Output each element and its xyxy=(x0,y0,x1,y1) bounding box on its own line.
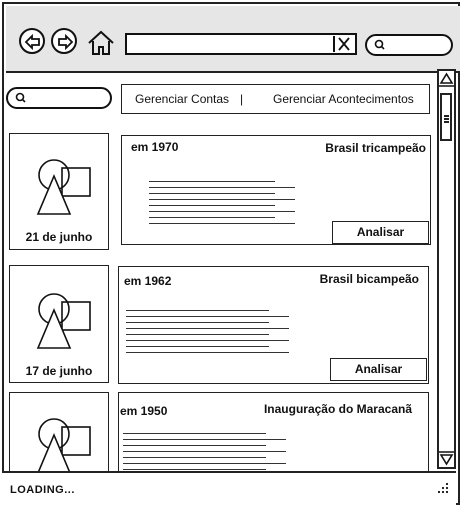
forward-button[interactable] xyxy=(51,28,77,54)
event-title: Brasil bicampeão xyxy=(319,272,419,286)
event-image xyxy=(9,392,109,482)
event-year: em 1962 xyxy=(124,274,172,288)
menu-separator: | xyxy=(240,92,244,106)
scroll-down-icon[interactable] xyxy=(439,451,454,467)
analisar-button[interactable]: Analisar xyxy=(330,358,427,381)
address-divider xyxy=(333,36,335,52)
home-icon[interactable] xyxy=(87,30,115,56)
image-placeholder-icon xyxy=(36,293,91,349)
back-button[interactable] xyxy=(19,28,45,54)
image-placeholder-icon xyxy=(36,418,91,474)
event-title: Brasil tricampeão xyxy=(325,141,426,155)
top-search-input[interactable] xyxy=(365,34,453,56)
address-bar[interactable] xyxy=(125,33,357,55)
event-date: 21 de junho xyxy=(25,230,93,244)
search-icon xyxy=(15,92,26,103)
menu-item-gerenciar-contas[interactable]: Gerenciar Contas xyxy=(135,92,229,106)
event-card: em 1950 Inauguração do Maracanã xyxy=(118,392,429,482)
image-placeholder-icon xyxy=(36,159,91,215)
back-icon xyxy=(24,33,40,51)
analisar-button[interactable]: Analisar xyxy=(332,221,429,244)
scroll-up-icon[interactable] xyxy=(439,71,454,87)
event-image: 21 de junho xyxy=(9,133,109,250)
forward-icon xyxy=(58,33,74,51)
menu-item-gerenciar-acontecimentos[interactable]: Gerenciar Acontecimentos xyxy=(273,92,414,106)
resize-grip-icon[interactable] xyxy=(436,481,450,495)
event-card: em 1970 Brasil tricampeão Analisar xyxy=(121,135,431,245)
event-year: em 1970 xyxy=(131,140,179,154)
event-date: 17 de junho xyxy=(25,364,93,378)
event-year: em 1950 xyxy=(120,404,168,418)
event-image: 17 de junho xyxy=(9,265,109,383)
scroll-thumb[interactable] xyxy=(440,93,452,141)
status-text: LOADING... xyxy=(10,484,75,496)
clear-icon[interactable] xyxy=(337,36,351,52)
status-bar: LOADING... xyxy=(2,471,456,505)
menu-bar: Gerenciar Contas | Gerenciar Acontecimen… xyxy=(121,84,430,114)
vertical-scrollbar[interactable] xyxy=(437,69,456,469)
event-title: Inauguração do Maracanã xyxy=(263,402,412,416)
event-card: em 1962 Brasil bicampeão Analisar xyxy=(118,266,429,384)
side-search-input[interactable] xyxy=(6,87,112,109)
search-icon xyxy=(374,39,385,50)
